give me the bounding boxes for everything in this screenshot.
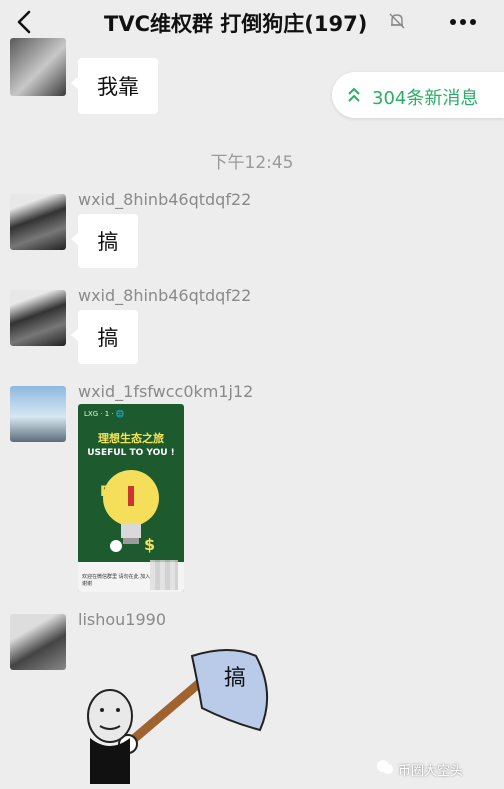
chat-header: TVC维权群 打倒狗庄(197) [0, 0, 504, 44]
message-bubble[interactable]: 搞 [71, 214, 138, 268]
blurred-qr-code [150, 560, 178, 590]
sender-name: wxid_8hinb46qtdqf22 [78, 286, 252, 305]
double-chevron-up-icon [348, 87, 360, 102]
sender-name: lishou1990 [78, 610, 167, 629]
avatar[interactable] [10, 290, 66, 346]
mute-bell-icon [389, 13, 405, 29]
axe-sticker[interactable] [80, 634, 300, 784]
avatar[interactable] [10, 38, 66, 96]
avatar[interactable] [10, 386, 66, 442]
wechat-channel-icon [377, 760, 393, 774]
new-messages-button[interactable]: 304条新消息 [332, 72, 504, 118]
message-bubble[interactable]: 我靠 [71, 58, 158, 114]
avatar[interactable] [10, 194, 66, 250]
poster-subtitle: USEFUL TO YOU ! [87, 448, 175, 458]
poster-title: 理想生态之旅 [98, 432, 164, 445]
timestamp: 下午12:45 [210, 153, 294, 173]
sender-name: wxid_1fsfwcc0km1j12 [78, 382, 254, 401]
chevron-left-icon[interactable] [14, 10, 36, 34]
svg-text:$: $ [144, 535, 155, 554]
chat-title: TVC维权群 打倒狗庄(197) [104, 12, 368, 36]
sticker-text: 搞 [224, 666, 247, 691]
lightbulb-icon: B $ [100, 470, 159, 554]
avatar[interactable] [10, 614, 66, 670]
watermark: 币圈大空头 [398, 764, 464, 779]
new-messages-label: 304条新消息 [372, 88, 479, 109]
svg-text:B: B [100, 484, 111, 500]
poster-logo: LXG · 1 · 🌐 [84, 410, 125, 418]
sender-name: wxid_8hinb46qtdqf22 [78, 190, 252, 209]
message-bubble[interactable]: 搞 [71, 310, 138, 364]
poster-footer-text: 欢迎在微信群里 请勿在此 加入 谢谢 [82, 574, 151, 587]
more-dots-icon[interactable] [448, 12, 478, 32]
